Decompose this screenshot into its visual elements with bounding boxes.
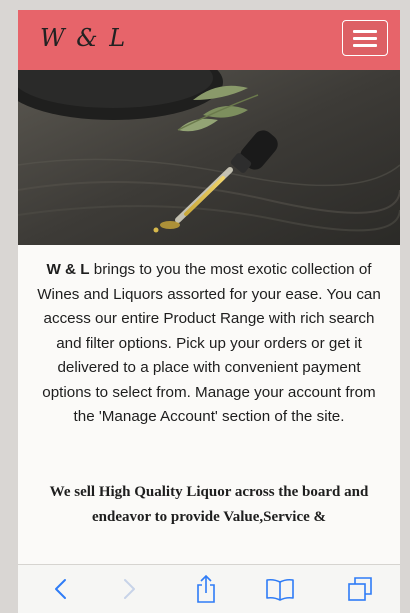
hero-image [18,70,400,245]
dropper-bottle-oil-photo [18,70,400,245]
main-content: W & L brings to you the most exotic coll… [18,258,400,530]
tabs-button[interactable] [340,565,380,613]
intro-brand: W & L [46,261,90,278]
bookmarks-icon [266,578,294,601]
navbar: W & L [18,10,400,71]
tabs-icon [348,577,372,601]
intro-text: brings to you the most exotic collection… [37,261,381,425]
forward-icon [124,579,135,599]
browser-toolbar [18,564,400,613]
brand-logo[interactable]: W & L [40,24,127,52]
intro-paragraph: W & L brings to you the most exotic coll… [31,258,387,430]
back-icon [55,579,66,599]
share-button[interactable] [186,565,226,613]
share-icon [197,574,215,603]
menu-toggle-button[interactable] [342,20,388,56]
back-button[interactable] [40,565,80,613]
bookmarks-button[interactable] [260,565,300,613]
browser-viewport: W & L W & L brings to you the most exoti… [18,10,400,613]
tagline-paragraph: We sell High Quality Liquor across the b… [49,483,369,525]
forward-button[interactable] [110,565,150,613]
